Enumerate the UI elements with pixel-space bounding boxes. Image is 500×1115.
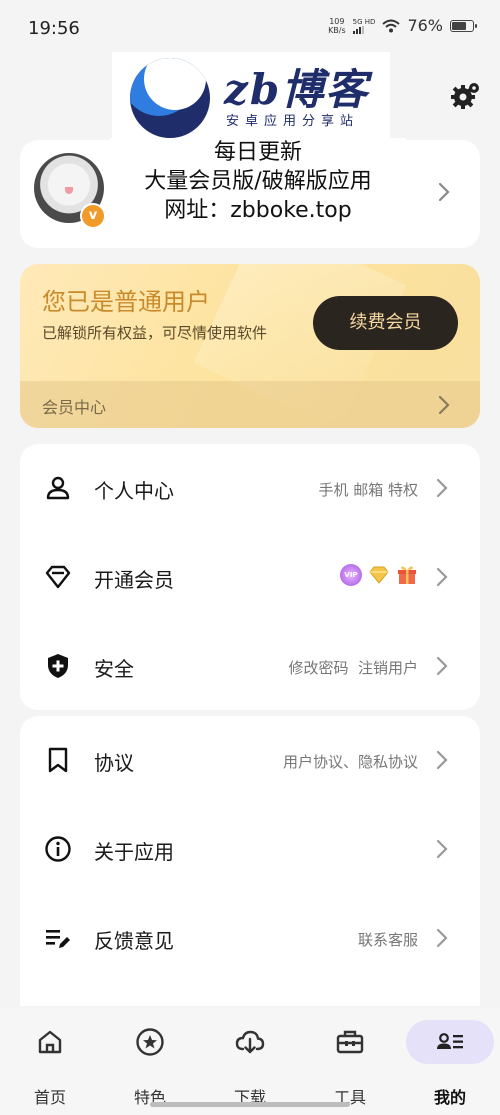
- membership-badges: VIP: [340, 564, 418, 586]
- row-meta: 修改密码 注销用户: [288, 659, 418, 677]
- row-label: 个人中心: [94, 479, 174, 503]
- row-label: 反馈意见: [94, 929, 174, 953]
- nav-label: 首页: [33, 1088, 66, 1107]
- row-meta: 联系客服: [357, 931, 418, 949]
- signal-label: 5G HD: [352, 17, 376, 26]
- settings-group-account: 个人中心 手机 邮箱 特权 开通会员 VIP 安全 修改密码 注销用户: [20, 444, 480, 710]
- battery-icon: [450, 19, 477, 32]
- network-speed: 109 KB/s: [328, 17, 346, 35]
- chevron-right-icon: [438, 395, 450, 415]
- vip-icon: VIP: [340, 564, 362, 586]
- edit-note-icon: [46, 930, 70, 948]
- star-circle-icon: [136, 1028, 164, 1056]
- toolbox-icon: [336, 1030, 364, 1054]
- signal-icon: 5G HD: [352, 17, 376, 34]
- settings-group-info: 协议 用户协议、隐私协议 关于应用 反馈意见 联系客服: [20, 716, 480, 1006]
- home-indicator[interactable]: [150, 1102, 350, 1107]
- battery-fill: [452, 21, 466, 30]
- chevron-right-icon: [436, 656, 448, 676]
- promo-line-2: 大量会员版/破解版应用: [144, 169, 372, 194]
- row-agreements[interactable]: 协议 用户协议、隐私协议: [20, 716, 480, 805]
- status-time: 19:56: [28, 18, 80, 39]
- logo-title: zb博客: [224, 65, 370, 114]
- chevron-right-icon: [436, 567, 448, 587]
- info-icon: [45, 836, 71, 862]
- nav-tools[interactable]: 工具: [300, 1022, 400, 1108]
- promo-line-1: 每日更新: [213, 140, 302, 165]
- row-open-membership[interactable]: 开通会员 VIP: [20, 533, 480, 622]
- nav-label: 我的: [433, 1088, 466, 1107]
- member-center-label: 会员中心: [42, 398, 107, 417]
- nav-featured[interactable]: 特色: [100, 1022, 200, 1108]
- nav-download[interactable]: 下载: [200, 1022, 300, 1108]
- membership-title: 您已是普通用户: [42, 288, 210, 316]
- membership-description: 已解锁所有权益，可尽情使用软件: [42, 324, 268, 342]
- promo-line-3: 网址：zbboke.top: [164, 198, 352, 223]
- profile-card[interactable]: v 每日更新 大量会员版/破解版应用 网址：zbboke.top: [20, 138, 480, 248]
- nav-home[interactable]: 首页: [0, 1022, 100, 1108]
- shield-plus-icon: [48, 654, 68, 678]
- chevron-right-icon: [438, 182, 450, 202]
- chevron-right-icon: [436, 839, 448, 859]
- chevron-right-icon: [436, 750, 448, 770]
- row-feedback[interactable]: 反馈意见 联系客服: [20, 894, 480, 983]
- row-label: 协议: [94, 751, 134, 775]
- promo-overlay: 每日更新 大量会员版/破解版应用 网址：zbboke.top: [110, 138, 406, 225]
- wifi-icon: [382, 19, 401, 32]
- member-center-link[interactable]: 会员中心: [20, 381, 480, 428]
- gift-icon: [398, 566, 416, 584]
- verified-badge: v: [80, 203, 106, 229]
- chevron-right-icon: [436, 478, 448, 498]
- settings-icon[interactable]: [450, 80, 482, 112]
- membership-card: 您已是普通用户 已解锁所有权益，可尽情使用软件 续费会员 会员中心: [20, 264, 480, 428]
- row-meta: 用户协议、隐私协议: [282, 753, 418, 771]
- renew-membership-button[interactable]: 续费会员: [313, 296, 458, 350]
- battery-percent: 76%: [407, 16, 443, 35]
- logo-subtitle: 安卓应用分享站: [226, 114, 360, 129]
- logo-mark: [130, 58, 210, 138]
- row-label: 开通会员: [94, 568, 174, 592]
- row-security[interactable]: 安全 修改密码 注销用户: [20, 622, 480, 711]
- diamond-outline-icon: [45, 565, 71, 589]
- person-icon: [46, 476, 70, 500]
- bookmark-icon: [48, 747, 68, 773]
- gold-diamond-icon: [369, 566, 389, 584]
- status-bar: 19:56 109 KB/s 5G HD 76%: [0, 0, 500, 60]
- home-icon: [38, 1030, 62, 1054]
- network-speed-value: 109: [329, 16, 345, 26]
- profile-list-icon: [437, 1033, 463, 1049]
- network-speed-unit: KB/s: [328, 25, 346, 35]
- bottom-navigation: 首页 特色 下载 工具 我的: [0, 1008, 500, 1115]
- cloud-download-icon: [235, 1030, 265, 1054]
- row-personal-center[interactable]: 个人中心 手机 邮箱 特权: [20, 444, 480, 533]
- row-meta: 手机 邮箱 特权: [318, 481, 418, 499]
- chevron-right-icon: [436, 928, 448, 948]
- nav-mine[interactable]: 我的: [400, 1022, 500, 1108]
- row-label: 安全: [94, 657, 134, 681]
- watermark-logo: zb博客 安卓应用分享站: [112, 52, 390, 140]
- status-indicators: 109 KB/s 5G HD 76%: [328, 16, 477, 35]
- row-about-app[interactable]: 关于应用: [20, 805, 480, 894]
- row-label: 关于应用: [94, 840, 174, 864]
